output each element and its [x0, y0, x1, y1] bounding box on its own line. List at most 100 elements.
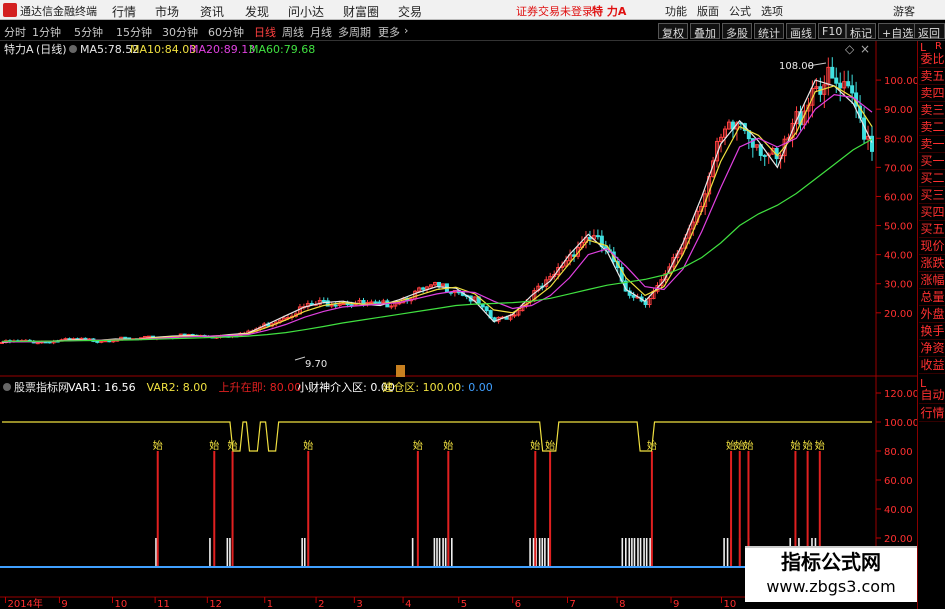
- price-tick-label: 50.00: [884, 222, 913, 233]
- menu-caifuquan[interactable]: 财富圈: [343, 3, 379, 20]
- btn-diejia[interactable]: 叠加: [690, 23, 720, 40]
- settings-dot-icon[interactable]: [69, 45, 77, 53]
- tab-1min[interactable]: 1分钟: [32, 24, 61, 40]
- indicator-tick-label: 60.00: [884, 476, 913, 487]
- current-stock-name: 特 力A: [592, 5, 627, 18]
- price-tick-label: 70.00: [884, 163, 913, 174]
- side-item-12[interactable]: 涨跌: [919, 255, 945, 272]
- menu-hangqing[interactable]: 行情: [112, 3, 136, 20]
- indicator-var-1: VAR2: 8.00: [147, 381, 208, 394]
- candle-body: [35, 342, 40, 345]
- link-youke[interactable]: 游客: [893, 3, 915, 19]
- btn-add-watchlist[interactable]: +自选: [878, 23, 918, 40]
- tab-5min[interactable]: 5分钟: [74, 24, 103, 40]
- signal-label: 始: [530, 439, 540, 452]
- side-item-11[interactable]: 现价: [919, 238, 945, 255]
- side-item-10[interactable]: 买五: [919, 221, 945, 238]
- signal-label: 始: [803, 439, 813, 452]
- side-item-7[interactable]: 买二: [919, 170, 945, 187]
- link-gongshi[interactable]: 公式: [729, 3, 751, 19]
- menu-faxian[interactable]: 发现: [245, 3, 269, 20]
- event-marker-icon[interactable]: [396, 365, 405, 377]
- candle-body: [846, 81, 851, 87]
- close-icon[interactable]: ×: [860, 42, 870, 56]
- side-item-3[interactable]: 卖三: [919, 102, 945, 119]
- candle-body: [373, 301, 378, 304]
- candle-body: [123, 336, 128, 339]
- indicator-var-5: : 0.00: [461, 381, 493, 394]
- btn-tongji[interactable]: 统计: [754, 23, 784, 40]
- candle-body: [83, 337, 88, 340]
- side-item-2[interactable]: 卖四: [919, 85, 945, 102]
- tab-fenshi[interactable]: 分时: [4, 24, 26, 40]
- link-gongneng[interactable]: 功能: [665, 3, 687, 19]
- link-banmian[interactable]: 版面: [697, 3, 719, 19]
- kline-chart-area[interactable]: 特力A (日线) MA5:78.52 MA10:84.03 MA20:89.13…: [0, 41, 945, 609]
- menu-shichang[interactable]: 市场: [155, 3, 179, 20]
- side-btn-auto[interactable]: 自动: [919, 387, 945, 404]
- price-tick-label: 30.00: [884, 280, 913, 291]
- tab-30min[interactable]: 30分钟: [162, 24, 198, 40]
- tab-monthly[interactable]: 月线: [310, 24, 332, 40]
- xaxis-label: 6: [515, 599, 521, 609]
- trade-login-status[interactable]: 证券交易未登录: [516, 3, 593, 19]
- diamond-icon[interactable]: ◇: [845, 42, 855, 56]
- tab-multi-period[interactable]: 多周期: [338, 24, 371, 40]
- sub-settings-dot-icon[interactable]: [3, 383, 11, 391]
- tab-daily[interactable]: 日线: [254, 24, 276, 40]
- candle-body: [480, 303, 485, 308]
- menu-wenxiaoda[interactable]: 问小达: [288, 3, 324, 20]
- side-item-4[interactable]: 卖二: [919, 119, 945, 136]
- price-tick-label: 20.00: [884, 309, 913, 320]
- xaxis-label: 3: [356, 599, 362, 609]
- side-item-6[interactable]: 买一: [919, 153, 945, 170]
- indicator-name: 股票指标网: [14, 380, 69, 394]
- xaxis-label: 2: [318, 599, 324, 609]
- xaxis-label: 11: [157, 599, 170, 609]
- indicator-tick-label: 100.00: [884, 418, 919, 429]
- xaxis-label: 5: [461, 599, 467, 609]
- side-item-8[interactable]: 买三: [919, 187, 945, 204]
- side-item-18[interactable]: 收益: [919, 357, 945, 374]
- side-item-16[interactable]: 换手: [919, 323, 945, 340]
- tab-60min[interactable]: 60分钟: [208, 24, 244, 40]
- watermark-url: www.zbgs3.com: [766, 577, 896, 596]
- candle-body: [333, 304, 338, 307]
- tab-weekly[interactable]: 周线: [282, 24, 304, 40]
- price-tick-label: 60.00: [884, 192, 913, 203]
- xaxis-label: 2014年: [7, 597, 42, 609]
- indicator-tick-label: 80.00: [884, 447, 913, 458]
- menu-zixun[interactable]: 资讯: [200, 3, 224, 20]
- btn-f10[interactable]: F10: [818, 23, 847, 39]
- tab-15min[interactable]: 15分钟: [116, 24, 152, 40]
- indicator-values: VAR1: 16.56 VAR2: 8.00 上升在即: 80.00小财神介入区: …: [68, 380, 493, 394]
- chevron-right-icon[interactable]: ›: [404, 24, 408, 37]
- side-item-14[interactable]: 总量: [919, 289, 945, 306]
- side-item-1[interactable]: 卖五: [919, 68, 945, 85]
- side-item-0[interactable]: 委比: [919, 51, 945, 68]
- menu-jiaoyi[interactable]: 交易: [398, 3, 422, 20]
- price-tick-label: 90.00: [884, 105, 913, 116]
- ma20-label: MA20:89.13: [189, 43, 255, 56]
- tab-more[interactable]: 更多: [378, 24, 400, 40]
- xaxis-label: 10: [114, 599, 127, 609]
- signal-label: 始: [790, 439, 800, 452]
- btn-fanhui[interactable]: 返回: [914, 23, 945, 40]
- side-item-5[interactable]: 卖一: [919, 136, 945, 153]
- btn-duogu[interactable]: 多股: [722, 23, 752, 40]
- link-xuanxiang[interactable]: 选项: [761, 3, 783, 19]
- side-item-9[interactable]: 买四: [919, 204, 945, 221]
- btn-fuquan[interactable]: 复权: [658, 23, 688, 40]
- side-item-15[interactable]: 外盘: [919, 306, 945, 323]
- signal-label: 始: [443, 439, 453, 452]
- candle-body: [321, 300, 326, 303]
- side-item-13[interactable]: 涨幅: [919, 272, 945, 289]
- ma10-label: MA10:84.03: [130, 43, 196, 56]
- btn-biaoji[interactable]: 标记: [846, 23, 876, 40]
- candle-body: [389, 305, 394, 308]
- side-btn-hangqing[interactable]: 行情: [919, 405, 945, 422]
- side-item-17[interactable]: 净资: [919, 340, 945, 357]
- high-label: 108.00: [779, 61, 814, 72]
- btn-huaxian[interactable]: 画线: [786, 23, 816, 40]
- candle-body: [95, 340, 100, 343]
